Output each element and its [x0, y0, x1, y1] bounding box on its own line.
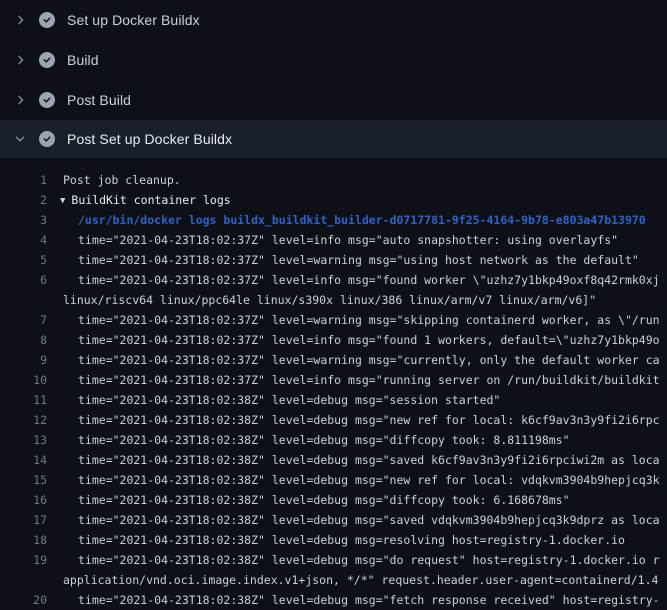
log-text-continuation: linux/riscv64 linux/ppc64le linux/s390x … — [47, 290, 596, 310]
log-text: time="2021-04-23T18:02:37Z" level=warnin… — [47, 310, 660, 330]
log-text: time="2021-04-23T18:02:38Z" level=debug … — [47, 590, 660, 610]
log-line: 3/usr/bin/docker logs buildx_buildkit_bu… — [0, 210, 667, 230]
log-line: 19time="2021-04-23T18:02:38Z" level=debu… — [0, 550, 667, 570]
log-text: time="2021-04-23T18:02:38Z" level=debug … — [47, 430, 570, 450]
log-line-number[interactable]: 17 — [0, 510, 47, 530]
log-line: 4time="2021-04-23T18:02:37Z" level=info … — [0, 230, 667, 250]
step-label: Post Set up Docker Buildx — [67, 131, 232, 147]
log-command-text: /usr/bin/docker logs buildx_buildkit_bui… — [47, 210, 646, 230]
log-line: 2 ▼ BuildKit container logs — [0, 190, 667, 210]
check-circle-icon — [39, 131, 55, 147]
log-panel: 1Post job cleanup.2 ▼ BuildKit container l… — [0, 158, 667, 610]
step-label: Build — [67, 52, 99, 68]
log-line-number[interactable]: 5 — [0, 250, 47, 270]
log-line: 13time="2021-04-23T18:02:38Z" level=debu… — [0, 430, 667, 450]
log-text: time="2021-04-23T18:02:38Z" level=debug … — [47, 530, 625, 550]
log-line-number[interactable]: 4 — [0, 230, 47, 250]
step-label: Set up Docker Buildx — [67, 12, 200, 28]
log-text-continuation: application/vnd.oci.image.index.v1+json,… — [47, 570, 658, 590]
log-line-number — [0, 290, 47, 310]
log-text: time="2021-04-23T18:02:38Z" level=debug … — [47, 470, 660, 490]
chevron-right-icon — [12, 52, 28, 68]
log-text: Post job cleanup. — [47, 170, 181, 190]
log-line: 16time="2021-04-23T18:02:38Z" level=debu… — [0, 490, 667, 510]
step-header-build[interactable]: Build — [0, 40, 667, 80]
log-line-number[interactable]: 18 — [0, 530, 47, 550]
log-line: 9time="2021-04-23T18:02:37Z" level=warni… — [0, 350, 667, 370]
log-line: linux/riscv64 linux/ppc64le linux/s390x … — [0, 290, 667, 310]
log-line-number[interactable]: 1 — [0, 170, 47, 190]
log-line: 11time="2021-04-23T18:02:38Z" level=debu… — [0, 390, 667, 410]
log-line-number[interactable]: 3 — [0, 210, 47, 230]
log-line: application/vnd.oci.image.index.v1+json,… — [0, 570, 667, 590]
log-group-title: BuildKit container logs — [71, 193, 230, 207]
step-label: Post Build — [67, 92, 131, 108]
log-text: time="2021-04-23T18:02:37Z" level=info m… — [47, 270, 660, 290]
step-header-set-up-docker-buildx[interactable]: Set up Docker Buildx — [0, 0, 667, 40]
step-header-post-build[interactable]: Post Build — [0, 80, 667, 120]
log-line: 12time="2021-04-23T18:02:38Z" level=debu… — [0, 410, 667, 430]
log-line-number[interactable]: 13 — [0, 430, 47, 450]
log-text: time="2021-04-23T18:02:38Z" level=debug … — [47, 490, 570, 510]
log-text: time="2021-04-23T18:02:38Z" level=debug … — [47, 410, 660, 430]
log-line-number[interactable]: 16 — [0, 490, 47, 510]
log-line-number[interactable]: 8 — [0, 330, 47, 350]
chevron-right-icon — [12, 92, 28, 108]
caret-down-icon: ▼ — [60, 191, 65, 211]
log-line: 17time="2021-04-23T18:02:38Z" level=debu… — [0, 510, 667, 530]
log-line-number[interactable]: 10 — [0, 370, 47, 390]
log-line: 18time="2021-04-23T18:02:38Z" level=debu… — [0, 530, 667, 550]
log-line: 5time="2021-04-23T18:02:37Z" level=warni… — [0, 250, 667, 270]
chevron-right-icon — [12, 12, 28, 28]
log-text: time="2021-04-23T18:02:38Z" level=debug … — [47, 390, 500, 410]
log-line: 15time="2021-04-23T18:02:38Z" level=debu… — [0, 470, 667, 490]
log-text: time="2021-04-23T18:02:37Z" level=warnin… — [47, 350, 660, 370]
log-line: 20time="2021-04-23T18:02:38Z" level=debu… — [0, 590, 667, 610]
log-text: time="2021-04-23T18:02:38Z" level=debug … — [47, 550, 660, 570]
log-line-number[interactable]: 19 — [0, 550, 47, 570]
log-line-number[interactable]: 15 — [0, 470, 47, 490]
check-circle-icon — [39, 52, 55, 68]
log-text: time="2021-04-23T18:02:37Z" level=info m… — [47, 330, 660, 350]
log-line-number[interactable]: 6 — [0, 270, 47, 290]
log-line-number[interactable]: 9 — [0, 350, 47, 370]
steps-list: Set up Docker Buildx Build Post Build Post … — [0, 0, 667, 158]
check-circle-icon — [39, 92, 55, 108]
log-line: 14time="2021-04-23T18:02:38Z" level=debu… — [0, 450, 667, 470]
log-line: 7time="2021-04-23T18:02:37Z" level=warni… — [0, 310, 667, 330]
log-line: 10time="2021-04-23T18:02:37Z" level=info… — [0, 370, 667, 390]
log-line-number[interactable]: 14 — [0, 450, 47, 470]
log-line-number[interactable]: 20 — [0, 590, 47, 610]
log-line-number[interactable]: 7 — [0, 310, 47, 330]
log-line: 1Post job cleanup. — [0, 170, 667, 190]
chevron-down-icon — [12, 131, 28, 147]
check-circle-icon — [39, 12, 55, 28]
log-text: time="2021-04-23T18:02:37Z" level=info m… — [47, 370, 660, 390]
log-text: time="2021-04-23T18:02:38Z" level=debug … — [47, 450, 660, 470]
log-text: time="2021-04-23T18:02:37Z" level=info m… — [47, 230, 618, 250]
log-line: 6time="2021-04-23T18:02:37Z" level=info … — [0, 270, 667, 290]
log-line-number — [0, 570, 47, 590]
log-group-header[interactable]: ▼ BuildKit container logs — [47, 190, 231, 210]
log-line-number[interactable]: 2 — [0, 190, 47, 210]
log-line: 8time="2021-04-23T18:02:37Z" level=info … — [0, 330, 667, 350]
log-text: time="2021-04-23T18:02:37Z" level=warnin… — [47, 250, 639, 270]
log-line-number[interactable]: 11 — [0, 390, 47, 410]
log-line-number[interactable]: 12 — [0, 410, 47, 430]
log-text: time="2021-04-23T18:02:38Z" level=debug … — [47, 510, 660, 530]
step-header-post-set-up-docker-buildx[interactable]: Post Set up Docker Buildx — [0, 120, 667, 158]
